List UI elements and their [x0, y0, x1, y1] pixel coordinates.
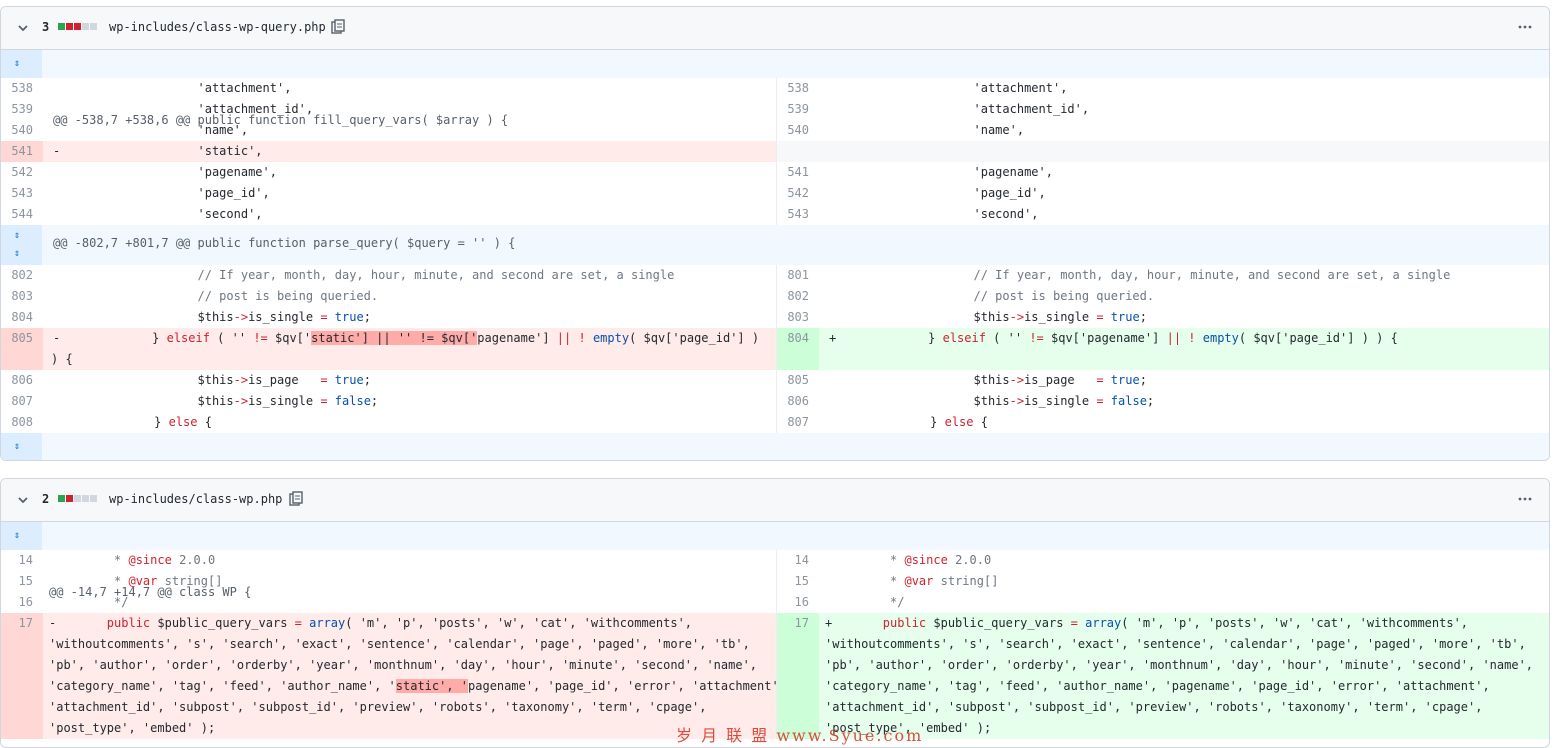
- diffstat-block: [82, 23, 89, 30]
- diff-file-class-wp: 2 wp-includes/class-wp.php ⇕ @@ -14,7 +1…: [0, 478, 1550, 748]
- changes-count: 2: [42, 492, 50, 506]
- unfold-icon[interactable]: ⇕: [1, 433, 42, 460]
- diff-row-changed: 805- } elseif ( '' != $qv['static'] || '…: [1, 328, 1549, 370]
- kebab-horizontal-icon[interactable]: [1517, 491, 1533, 507]
- kebab-horizontal-icon[interactable]: [1517, 19, 1533, 35]
- diff-row-deleted: 541- 'static',: [1, 141, 1549, 162]
- changes-count: 3: [42, 20, 50, 34]
- chevron-down-icon[interactable]: [15, 492, 31, 508]
- hunk-header: ⇕ @@ -538,7 +538,6 @@ public function fi…: [1, 50, 1549, 127]
- diff-row: 544 'second', 543 'second',: [1, 204, 1549, 225]
- copy-icon[interactable]: [289, 491, 303, 507]
- unfold-icon[interactable]: ⇕ ⇕: [1, 225, 42, 265]
- diffstat-block: [90, 495, 97, 502]
- hunk-header: ⇕ ⇕ @@ -802,7 +801,7 @@ public function p…: [1, 225, 1549, 265]
- diff-row: 802 // If year, month, day, hour, minute…: [1, 265, 1549, 286]
- copy-icon[interactable]: [331, 19, 345, 35]
- diff-row: 806 $this->is_page = true; 805 $this->is…: [1, 370, 1549, 391]
- hunk-header: ⇕ @@ -14,7 +14,7 @@ class WP {: [1, 522, 1549, 599]
- diffstat-block: [90, 23, 97, 30]
- diffstat-block: [74, 495, 81, 502]
- diffstat: [58, 23, 97, 30]
- diffstat-block: [66, 495, 73, 502]
- diff-row: 543 'page_id', 542 'page_id',: [1, 183, 1549, 204]
- diffstat-block: [82, 495, 89, 502]
- unfold-icon[interactable]: ⇕: [1, 522, 42, 550]
- diff-row: 16 */ 16 */: [1, 592, 1549, 613]
- expand-row: ⇕: [1, 433, 1549, 460]
- watermark: 岁 月 联 盟 www.Syue.com: [676, 726, 924, 745]
- diffstat-block: [66, 23, 73, 30]
- diffstat: [58, 495, 97, 502]
- diff-row: 803 // post is being queried. 802 // pos…: [1, 286, 1549, 307]
- diff-row: 15 * @var string[] 15 * @var string[]: [1, 571, 1549, 592]
- diff-row: 804 $this->is_single = true; 803 $this->…: [1, 307, 1549, 328]
- diff-row: 538 'attachment', 538 'attachment',: [1, 78, 1549, 99]
- chevron-down-icon[interactable]: [15, 20, 31, 36]
- diff-file-class-wp-query: 3 wp-includes/class-wp-query.php ⇕ @@ -5…: [0, 6, 1550, 461]
- diff-row-changed: 17- public $public_query_vars = array( '…: [1, 613, 1549, 739]
- file-header: 2 wp-includes/class-wp.php: [1, 479, 1549, 522]
- file-path[interactable]: wp-includes/class-wp.php: [109, 492, 282, 506]
- diff-row: 542 'pagename', 541 'pagename',: [1, 162, 1549, 183]
- unfold-icon[interactable]: ⇕: [1, 50, 42, 78]
- diffstat-block: [74, 23, 81, 30]
- file-path[interactable]: wp-includes/class-wp-query.php: [109, 20, 326, 34]
- diffstat-block: [58, 23, 65, 30]
- diff-row: 808 } else { 807 } else {: [1, 412, 1549, 433]
- file-header: 3 wp-includes/class-wp-query.php: [1, 7, 1549, 50]
- diffstat-block: [58, 495, 65, 502]
- diff-row: 807 $this->is_single = false; 806 $this-…: [1, 391, 1549, 412]
- diff-row: 539 'attachment_id', 539 'attachment_id'…: [1, 99, 1549, 120]
- diff-row: 540 'name', 540 'name',: [1, 120, 1549, 141]
- diff-row: 14 * @since 2.0.0 14 * @since 2.0.0: [1, 550, 1549, 571]
